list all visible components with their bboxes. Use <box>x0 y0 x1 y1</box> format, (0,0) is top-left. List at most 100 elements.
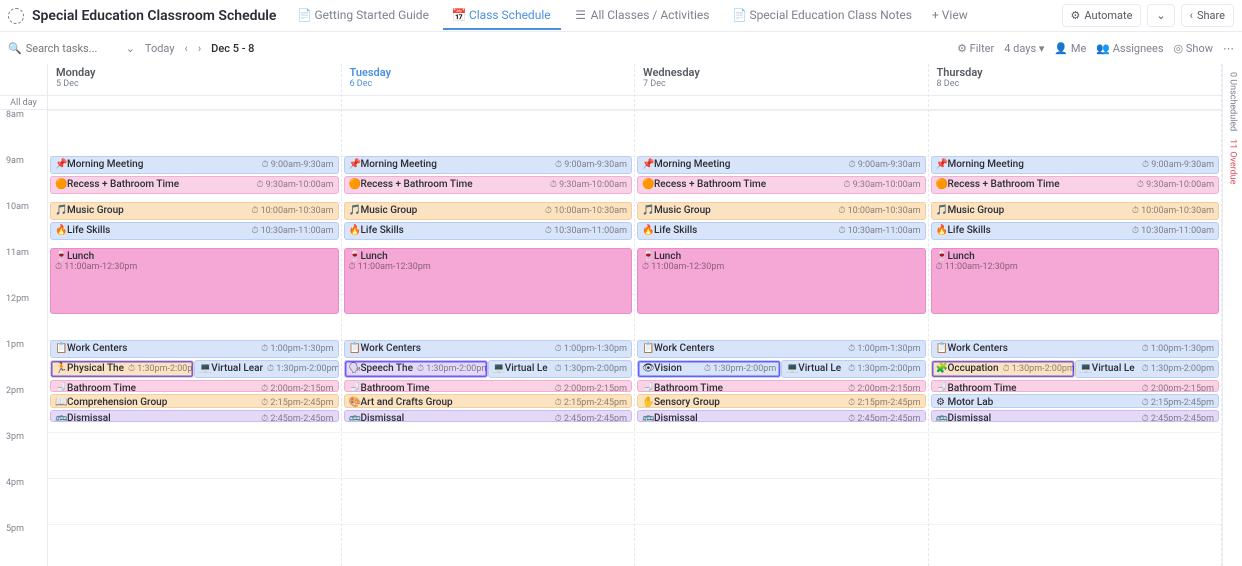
event-card[interactable]: 📋Work Centers⏱ 1:00pm-1:30pm <box>931 340 1220 358</box>
event-card[interactable]: 📋Work Centers⏱ 1:00pm-1:30pm <box>344 340 633 358</box>
brand-icon <box>8 8 24 24</box>
event-card[interactable]: 🔥Life Skills⏱ 10:30am-11:00am <box>931 222 1220 240</box>
event-title: Work Centers <box>67 343 127 354</box>
event-card[interactable]: 🚌Dismissal⏱ 2:45pm-2:45pm <box>931 410 1220 422</box>
event-card[interactable]: 📌Morning Meeting⏱ 9:00am-9:30am <box>50 156 339 174</box>
day-name: Thursday <box>937 66 1214 79</box>
event-card[interactable]: 💻Virtual Le⏱ 1:30pm-2:00pm <box>488 360 632 378</box>
event-card[interactable]: 🗣Speech The⏱ 1:30pm-2:00pm <box>344 360 488 378</box>
event-title: Virtual Le <box>505 363 548 374</box>
today-button[interactable]: Today <box>145 42 175 55</box>
event-title: Music Group <box>948 205 1005 216</box>
event-card[interactable]: 🍷Lunch⏱ 11:00am-12:30pm <box>637 248 926 314</box>
filter-button[interactable]: ⚙ Filter <box>957 42 994 55</box>
automate-button[interactable]: ⚙ Automate <box>1062 4 1142 27</box>
tab-getting-started-guide[interactable]: 📄Getting Started Guide <box>288 2 438 30</box>
event-card[interactable]: 🔥Life Skills⏱ 10:30am-11:00am <box>50 222 339 240</box>
event-card[interactable]: 🎵Music Group⏱ 10:00am-10:30am <box>50 202 339 220</box>
time-label: 2pm <box>0 386 47 432</box>
event-card[interactable]: 🍷Lunch⏱ 11:00am-12:30pm <box>50 248 339 314</box>
event-card[interactable]: 🎵Music Group⏱ 10:00am-10:30am <box>344 202 633 220</box>
event-card[interactable]: 🟠Recess + Bathroom Time⏱ 9:30am-10:00am <box>637 176 926 194</box>
event-icon: 💻 <box>199 363 209 374</box>
event-card[interactable]: 🚌Dismissal⏱ 2:45pm-2:45pm <box>637 410 926 422</box>
event-time: ⏱ 11:00am-12:30pm <box>55 262 334 272</box>
event-title: Music Group <box>654 205 711 216</box>
time-gutter: All day 8am9am10am11am12pm1pm2pm3pm4pm5p… <box>0 64 48 566</box>
event-icon: 💻 <box>786 363 796 374</box>
event-icon: 📌 <box>55 159 65 170</box>
event-card[interactable]: 📖Comprehension Group⏱ 2:15pm-2:45pm <box>50 394 339 408</box>
event-card[interactable]: 📌Morning Meeting⏱ 9:00am-9:30am <box>344 156 633 174</box>
event-card[interactable]: 🔥Life Skills⏱ 10:30am-11:00am <box>637 222 926 240</box>
share-button[interactable]: ‹ Share <box>1181 4 1234 27</box>
search-chevron-icon[interactable]: ⌄ <box>126 42 135 55</box>
event-title: Morning Meeting <box>361 159 437 170</box>
event-card[interactable]: 🎨Art and Crafts Group⏱ 2:15pm-2:45pm <box>344 394 633 408</box>
event-title: Life Skills <box>361 225 404 236</box>
event-icon: 🚽 <box>349 383 359 392</box>
event-card[interactable]: 🎵Music Group⏱ 10:00am-10:30am <box>637 202 926 220</box>
event-card[interactable]: 📋Work Centers⏱ 1:00pm-1:30pm <box>50 340 339 358</box>
assignees-filter[interactable]: 👥 Assignees <box>1096 42 1163 55</box>
event-title: Bathroom Time <box>654 383 723 392</box>
automate-chevron[interactable]: ⌄ <box>1147 4 1174 27</box>
days-select[interactable]: 4 days ▾ <box>1004 42 1044 55</box>
event-title: Motor Lab <box>948 397 994 408</box>
tab-special-education-class-notes[interactable]: 📄Special Education Class Notes <box>723 2 922 30</box>
event-card[interactable]: 🟠Recess + Bathroom Time⏱ 9:30am-10:00am <box>931 176 1220 194</box>
search-input-wrap[interactable]: 🔍 <box>8 42 116 55</box>
event-time: ⏱ 2:45pm-2:45pm <box>261 414 333 423</box>
automate-label: Automate <box>1084 9 1132 22</box>
event-title: Speech The <box>361 363 413 374</box>
event-card[interactable]: 📌Morning Meeting⏱ 9:00am-9:30am <box>931 156 1220 174</box>
event-card[interactable]: 🍷Lunch⏱ 11:00am-12:30pm <box>931 248 1220 314</box>
overdue-bar[interactable]: 0 Unscheduled 11 Overdue <box>1222 64 1242 566</box>
tab-all-classes-activities[interactable]: ☰All Classes / Activities <box>565 2 720 30</box>
event-time: ⏱ 2:00pm-2:15pm <box>848 384 920 393</box>
event-card[interactable]: 🟠Recess + Bathroom Time⏱ 9:30am-10:00am <box>344 176 633 194</box>
event-card[interactable]: 🍷Lunch⏱ 11:00am-12:30pm <box>344 248 633 314</box>
event-card[interactable]: 📋Work Centers⏱ 1:00pm-1:30pm <box>637 340 926 358</box>
day-date: 7 Dec <box>643 79 920 89</box>
more-button[interactable]: ⋯ <box>1223 42 1234 55</box>
event-time: ⏱ 9:30am-10:00am <box>256 180 333 190</box>
event-title: Physical The <box>67 363 124 374</box>
event-card[interactable]: 💻Virtual Lear⏱ 1:30pm-2:00pm <box>194 360 338 378</box>
event-card[interactable]: ✋Sensory Group⏱ 2:15pm-2:45pm <box>637 394 926 408</box>
search-input[interactable] <box>26 42 116 55</box>
event-card[interactable]: ⚙Motor Lab⏱ 2:15pm-2:45pm <box>931 394 1220 408</box>
event-card[interactable]: 💻Virtual Le⏱ 1:30pm-2:00pm <box>781 360 925 378</box>
event-time: ⏱ 10:30am-11:00am <box>545 226 627 236</box>
event-icon: 🧩 <box>936 363 946 374</box>
me-filter[interactable]: 👤 Me <box>1054 42 1086 55</box>
event-time: ⏱ 1:00pm-1:30pm <box>1142 344 1214 354</box>
event-card[interactable]: 🔥Life Skills⏱ 10:30am-11:00am <box>344 222 633 240</box>
event-time: ⏱ 2:45pm-2:45pm <box>848 414 920 423</box>
next-button[interactable]: › <box>198 42 201 55</box>
show-button[interactable]: ◎ Show <box>1174 42 1213 55</box>
event-title: Lunch <box>361 251 388 262</box>
event-time: ⏱ 2:45pm-2:45pm <box>1142 414 1214 423</box>
event-card[interactable]: 🏃Physical The⏱ 1:30pm-2:00pm <box>50 360 194 378</box>
event-card[interactable]: 🚽Bathroom Time⏱ 2:00pm-2:15pm <box>637 380 926 392</box>
day-name: Monday <box>56 66 333 79</box>
event-time: ⏱ 10:00am-10:30am <box>1132 206 1214 216</box>
event-card[interactable]: 🚽Bathroom Time⏱ 2:00pm-2:15pm <box>931 380 1220 392</box>
event-card[interactable]: 👁Vision⏱ 1:30pm-2:00pm <box>637 360 781 378</box>
event-title: Art and Crafts Group <box>361 397 453 408</box>
add-view-button[interactable]: + View <box>922 2 978 30</box>
event-card[interactable]: 🟠Recess + Bathroom Time⏱ 9:30am-10:00am <box>50 176 339 194</box>
event-title: Virtual Le <box>798 363 841 374</box>
event-card[interactable]: 🚌Dismissal⏱ 2:45pm-2:45pm <box>344 410 633 422</box>
event-card[interactable]: 🚽Bathroom Time⏱ 2:00pm-2:15pm <box>344 380 633 392</box>
event-title: Recess + Bathroom Time <box>654 179 766 190</box>
event-card[interactable]: 🎵Music Group⏱ 10:00am-10:30am <box>931 202 1220 220</box>
prev-button[interactable]: ‹ <box>185 42 188 55</box>
event-card[interactable]: 🧩Occupation⏱ 1:30pm-2:00pm <box>931 360 1075 378</box>
event-card[interactable]: 🚽Bathroom Time⏱ 2:00pm-2:15pm <box>50 380 339 392</box>
event-card[interactable]: 📌Morning Meeting⏱ 9:00am-9:30am <box>637 156 926 174</box>
event-card[interactable]: 🚌Dismissal⏱ 2:45pm-2:45pm <box>50 410 339 422</box>
event-card[interactable]: 💻Virtual Le⏱ 1:30pm-2:00pm <box>1075 360 1219 378</box>
tab-class-schedule[interactable]: 📅Class Schedule <box>443 2 561 30</box>
